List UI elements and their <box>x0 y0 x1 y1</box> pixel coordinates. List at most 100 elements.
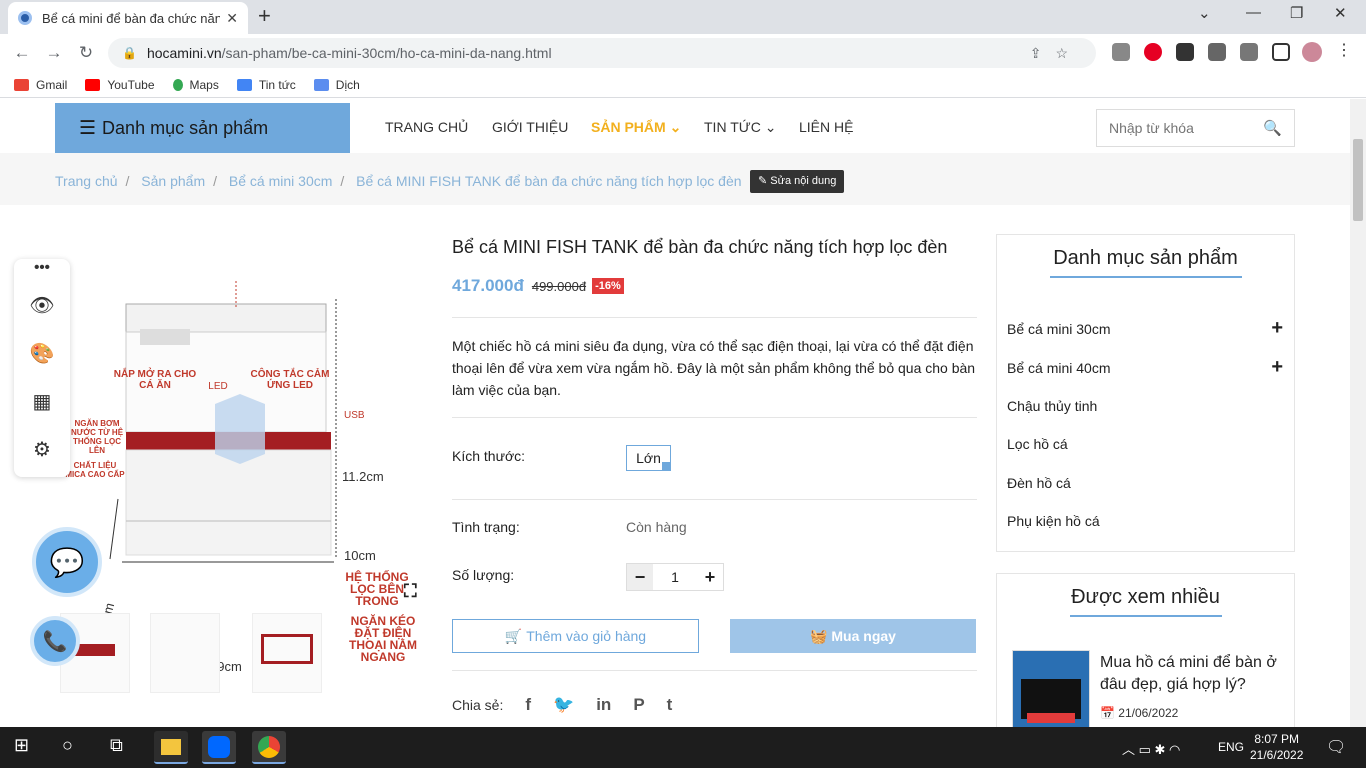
minimize-button[interactable]: — <box>1246 4 1261 21</box>
back-icon[interactable]: ← <box>6 43 38 63</box>
phone-icon[interactable]: 📞 <box>30 616 80 666</box>
sidebar-item-mini-30[interactable]: Bể cá mini 30cm + <box>1007 317 1283 339</box>
search-box: 🔍 <box>1096 109 1295 147</box>
sidebar-item-accessories[interactable]: Phụ kiện hồ cá <box>1007 513 1283 529</box>
post-thumbnail[interactable] <box>1012 650 1090 727</box>
divider <box>452 670 977 671</box>
eye-icon[interactable]: 👁 <box>14 293 70 318</box>
scrollbar[interactable] <box>1350 99 1366 727</box>
floating-toolbar: ••• 👁 🎨 ▦ ⚙ <box>14 259 70 477</box>
bookmark-translate[interactable]: Dịch <box>313 78 360 92</box>
url-path: /san-pham/be-ca-mini-30cm/ho-ca-mini-da-… <box>221 45 552 61</box>
puzzle-icon[interactable] <box>1208 43 1226 61</box>
close-tab-icon[interactable]: ✕ <box>226 10 238 27</box>
avatar[interactable] <box>1302 42 1322 62</box>
grid-icon[interactable]: ▦ <box>14 389 70 414</box>
bookmark-gmail[interactable]: Gmail <box>14 78 67 92</box>
label-switch: CÔNG TẮC CẢM ỨNG LED <box>250 369 330 391</box>
menu-products[interactable]: SẢN PHẨM ⌄ <box>591 119 681 136</box>
bookmark-youtube[interactable]: YouTube <box>85 78 155 92</box>
decrease-button[interactable]: − <box>627 564 653 590</box>
edit-content-button[interactable]: ✎ Sửa nội dung <box>750 170 845 193</box>
windows-start-icon[interactable]: ⊞ <box>14 735 29 756</box>
tab-search-icon[interactable]: ⌄ <box>1198 4 1211 22</box>
tray-icons[interactable]: ︿ ▭ ✱ ◠ <box>1122 739 1180 758</box>
label-lid: NẮP MỞ RA CHO CÁ ĂN <box>113 369 197 391</box>
breadcrumb-home[interactable]: Trang chủ <box>55 173 118 189</box>
notification-icon[interactable]: 🗨 <box>1326 737 1346 757</box>
product-main-image[interactable]: NẮP MỞ RA CHO CÁ ĂN CÔNG TẮC CẢM ỨNG LED… <box>60 259 425 674</box>
breadcrumb-products[interactable]: Sản phẩm <box>141 173 205 189</box>
quantity-value[interactable]: 1 <box>653 569 697 585</box>
search-circle-icon[interactable]: ○ <box>62 735 73 756</box>
thumbnail-3[interactable] <box>252 613 322 693</box>
chevron-down-icon: ⌄ <box>669 119 682 135</box>
increase-button[interactable]: + <box>697 564 723 590</box>
new-tab-button[interactable]: + <box>258 4 271 28</box>
label-pump: NGĂN BƠM NƯỚC TỪ HỆ THỐNG LỌC LÊN <box>70 419 124 455</box>
label-drawer: NGĂN KÉO ĐẶT ĐIỆN THOẠI NẰM NGANG <box>349 614 417 664</box>
reload-icon[interactable]: ↻ <box>70 43 102 63</box>
share-row: Chia sẻ: f 🐦 in P t <box>452 695 673 715</box>
bookmark-maps[interactable]: Maps <box>172 78 219 92</box>
menu-contact[interactable]: LIÊN HỆ <box>799 119 853 135</box>
search-input[interactable] <box>1109 120 1259 136</box>
bookmark-news[interactable]: Tin tức <box>236 78 296 92</box>
task-view-icon[interactable]: ⧉ <box>110 735 123 756</box>
settings-icon[interactable]: ⚙ <box>14 437 70 462</box>
menu-news[interactable]: TIN TỨC ⌄ <box>704 119 776 136</box>
linkedin-icon[interactable]: in <box>596 695 611 715</box>
url-domain: hocamini.vn <box>146 45 222 61</box>
old-price: 499.000đ <box>531 278 587 294</box>
category-menu-button[interactable]: ☰ Danh mục sản phẩm <box>55 103 350 153</box>
expand-icon[interactable]: + <box>1271 356 1283 379</box>
menu-about[interactable]: GIỚI THIỆU <box>492 119 568 135</box>
breadcrumb-category[interactable]: Bể cá mini 30cm <box>229 173 332 189</box>
maximize-button[interactable]: ❐ <box>1290 4 1303 22</box>
forward-icon[interactable]: → <box>38 43 70 63</box>
sidebar-item-mini-40[interactable]: Bể cá mini 40cm + <box>1007 356 1283 378</box>
sidebar-item-glass-bowl[interactable]: Chậu thủy tinh <box>1007 398 1283 414</box>
mendeley-icon[interactable] <box>1176 43 1194 61</box>
buy-now-button[interactable]: 🧺 Mua ngay <box>730 619 976 653</box>
facebook-icon[interactable]: f <box>525 695 531 715</box>
twitter-icon[interactable]: 🐦 <box>553 695 574 715</box>
pinterest-share-icon[interactable]: P <box>633 695 644 715</box>
popular-posts: Được xem nhiều Mua hồ cá mini để bàn ở đ… <box>996 573 1295 727</box>
divider <box>452 417 977 418</box>
share-and-star-icons[interactable]: ⇪☆ <box>1030 45 1082 62</box>
scrollbar-thumb[interactable] <box>1353 139 1363 221</box>
category-sidebar: Danh mục sản phẩm Bể cá mini 30cm + Bể cá… <box>996 234 1295 552</box>
menu-kebab-icon[interactable]: ⋮ <box>1336 40 1354 59</box>
file-explorer-icon[interactable] <box>154 731 188 764</box>
sidebar-item-light[interactable]: Đèn hồ cá <box>1007 475 1283 491</box>
search-icon[interactable]: 🔍 <box>1263 119 1282 137</box>
thumbnail-strip <box>60 613 330 693</box>
more-icon[interactable]: ••• <box>14 259 70 276</box>
expand-icon[interactable]: + <box>1271 317 1283 340</box>
media-icon[interactable] <box>1240 43 1258 61</box>
size-option-large[interactable]: Lớn <box>626 445 671 471</box>
basket-icon: 🧺 <box>810 627 832 644</box>
zalo-icon[interactable] <box>202 731 236 764</box>
fullscreen-icon[interactable]: ⛶ <box>404 581 417 602</box>
sidebar-item-filter[interactable]: Lọc hồ cá <box>1007 436 1283 452</box>
input-language[interactable]: ENG <box>1218 740 1244 754</box>
close-window-button[interactable]: ✕ <box>1334 4 1347 22</box>
pinterest-icon[interactable] <box>1144 43 1162 61</box>
popular-title: Được xem nhiều <box>1071 586 1220 608</box>
tumblr-icon[interactable]: t <box>667 695 673 715</box>
post-title[interactable]: Mua hồ cá mini để bàn ở đâu đẹp, giá hợp… <box>1100 652 1280 696</box>
thumbnail-2[interactable] <box>150 613 220 693</box>
extension-icon[interactable] <box>1112 43 1130 61</box>
side-panel-icon[interactable] <box>1272 43 1290 61</box>
browser-tab[interactable]: Bể cá mini để bàn đa chức năng t ✕ <box>8 2 248 34</box>
menu-home[interactable]: TRANG CHỦ <box>385 119 468 135</box>
palette-icon[interactable]: 🎨 <box>14 341 70 366</box>
chrome-icon[interactable] <box>252 731 286 764</box>
add-to-cart-button[interactable]: 🛒 Thêm vào giỏ hàng <box>452 619 699 653</box>
messenger-icon[interactable]: 💬 <box>32 527 102 597</box>
clock[interactable]: 8:07 PM 21/6/2022 <box>1250 731 1303 763</box>
tab-strip: Bể cá mini để bàn đa chức năng t ✕ + ⌄ —… <box>0 0 1366 34</box>
address-bar[interactable]: 🔒 hocamini.vn /san-pham/be-ca-mini-30cm/… <box>108 38 1096 68</box>
